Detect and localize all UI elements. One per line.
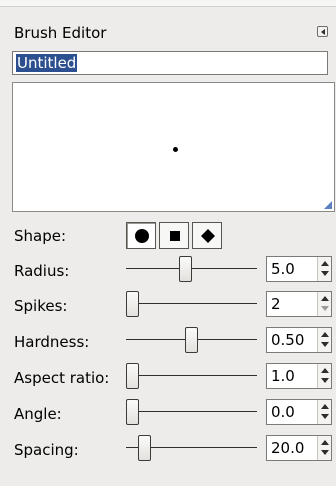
spin-up-icon[interactable] [321,440,329,445]
tab-menu-button[interactable] [317,26,328,37]
diamond-icon [201,229,215,243]
hardness-spinbutton[interactable]: 0.50 [266,327,332,353]
radius-value: 5.0 [271,260,295,278]
spikes-value: 2 [271,295,281,313]
slider-thumb[interactable] [126,363,139,389]
slider-track [126,375,257,376]
spin-arrows[interactable] [317,292,331,316]
angle-spinbutton[interactable]: 0.0 [266,399,332,425]
spin-down-icon[interactable] [321,306,329,311]
spin-up-icon[interactable] [321,261,329,266]
aspect-ratio-slider[interactable] [126,362,257,390]
dockable-title: Brush Editor [14,24,107,42]
spacing-value: 20.0 [271,439,305,457]
brush-preview [12,82,335,212]
spin-arrows[interactable] [317,257,331,281]
shape-label: Shape: [14,227,67,245]
aspect-ratio-spinbutton[interactable]: 1.0 [266,363,332,389]
slider-thumb[interactable] [185,327,198,353]
slider-thumb[interactable] [179,256,192,282]
hardness-value: 0.50 [271,331,305,349]
spikes-label: Spikes: [14,297,68,315]
tab-menu-icon [321,29,325,35]
slider-track [126,411,257,412]
spin-arrows[interactable] [317,400,331,424]
spin-up-icon[interactable] [321,368,329,373]
spacing-spinbutton[interactable]: 20.0 [266,435,332,461]
spacing-slider[interactable] [126,434,257,462]
shape-square-button[interactable] [159,222,189,249]
spikes-spinbutton[interactable]: 2 [266,291,332,317]
spacing-label: Spacing: [14,441,79,459]
square-icon [170,231,180,241]
slider-thumb[interactable] [138,435,151,461]
brush-name-input[interactable]: Untitled [12,51,328,75]
slider-thumb[interactable] [126,291,139,317]
resize-grip-icon[interactable] [324,201,332,209]
spin-arrows[interactable] [317,364,331,388]
spikes-slider[interactable] [126,290,257,318]
spin-arrows[interactable] [317,436,331,460]
spin-up-icon[interactable] [321,404,329,409]
brush-name-text: Untitled [16,54,78,72]
aspect-ratio-value: 1.0 [271,367,295,385]
shape-diamond-button[interactable] [192,222,222,249]
spin-down-icon[interactable] [321,450,329,455]
circle-icon [135,229,149,243]
spin-up-icon[interactable] [321,296,329,301]
spin-down-icon[interactable] [321,414,329,419]
brush-preview-dot [173,147,178,152]
angle-slider[interactable] [126,398,257,426]
spin-down-icon[interactable] [321,271,329,276]
hardness-label: Hardness: [14,333,90,351]
spin-down-icon[interactable] [321,342,329,347]
angle-value: 0.0 [271,403,295,421]
aspect-ratio-label: Aspect ratio: [14,369,110,387]
spin-arrows[interactable] [317,328,331,352]
angle-label: Angle: [14,405,62,423]
spin-down-icon[interactable] [321,378,329,383]
spin-up-icon[interactable] [321,332,329,337]
panel-top-edge [0,0,336,7]
radius-slider[interactable] [126,255,257,283]
slider-thumb[interactable] [126,399,139,425]
radius-label: Radius: [14,262,70,280]
hardness-slider[interactable] [126,326,257,354]
radius-spinbutton[interactable]: 5.0 [266,256,332,282]
shape-circle-button[interactable] [126,222,156,249]
slider-track [126,303,257,304]
